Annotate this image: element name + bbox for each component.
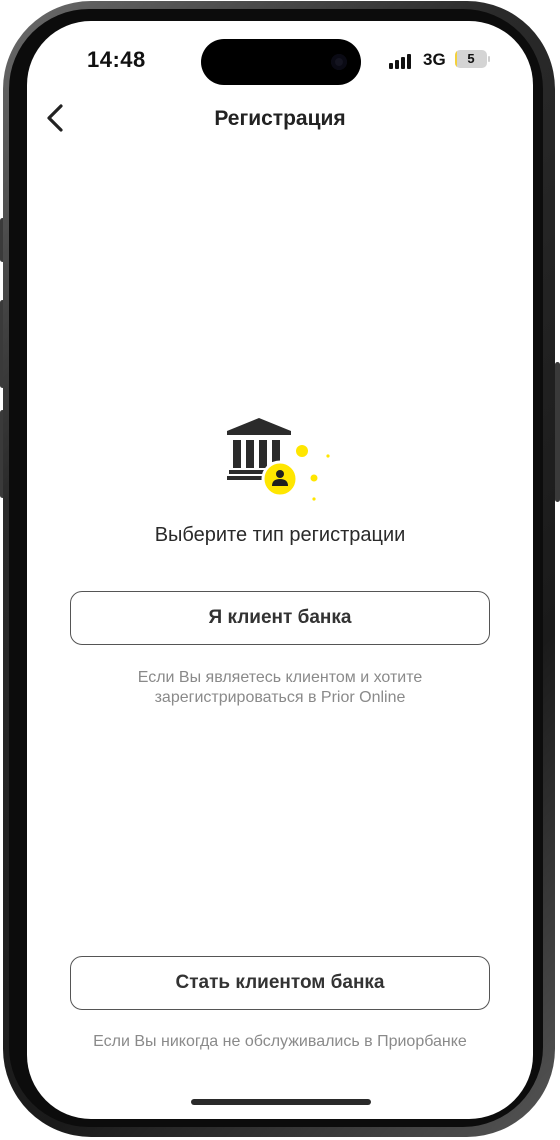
become-client-hint: Если Вы никогда не обслуживались в Приор…	[93, 1033, 467, 1050]
existing-client-hint: Если Вы являетесь клиентом и хотите заре…	[137, 669, 423, 706]
cellular-signal-icon	[389, 53, 415, 69]
battery-tip	[488, 56, 490, 62]
power-button	[555, 362, 560, 502]
status-time: 14:48	[87, 47, 146, 72]
page-title: Регистрация	[214, 107, 346, 130]
network-type: 3G	[423, 50, 446, 69]
home-indicator[interactable]	[191, 1099, 371, 1105]
become-client-button[interactable]: Стать клиентом банка	[70, 956, 490, 1010]
battery-icon: 5	[455, 50, 487, 68]
battery-percent: 5	[467, 51, 475, 66]
registration-type-prompt: Выберите тип регистрации	[154, 524, 406, 546]
bank-user-icon	[223, 415, 343, 507]
dynamic-island	[201, 39, 361, 85]
phone-mockup: 14:48 3G 5 Регистрация Выберите тип реги…	[0, 0, 560, 1140]
existing-client-button[interactable]: Я клиент банка	[70, 591, 490, 645]
front-camera-icon	[331, 54, 347, 70]
screen: 14:48 3G 5 Регистрация Выберите тип реги…	[27, 21, 533, 1119]
